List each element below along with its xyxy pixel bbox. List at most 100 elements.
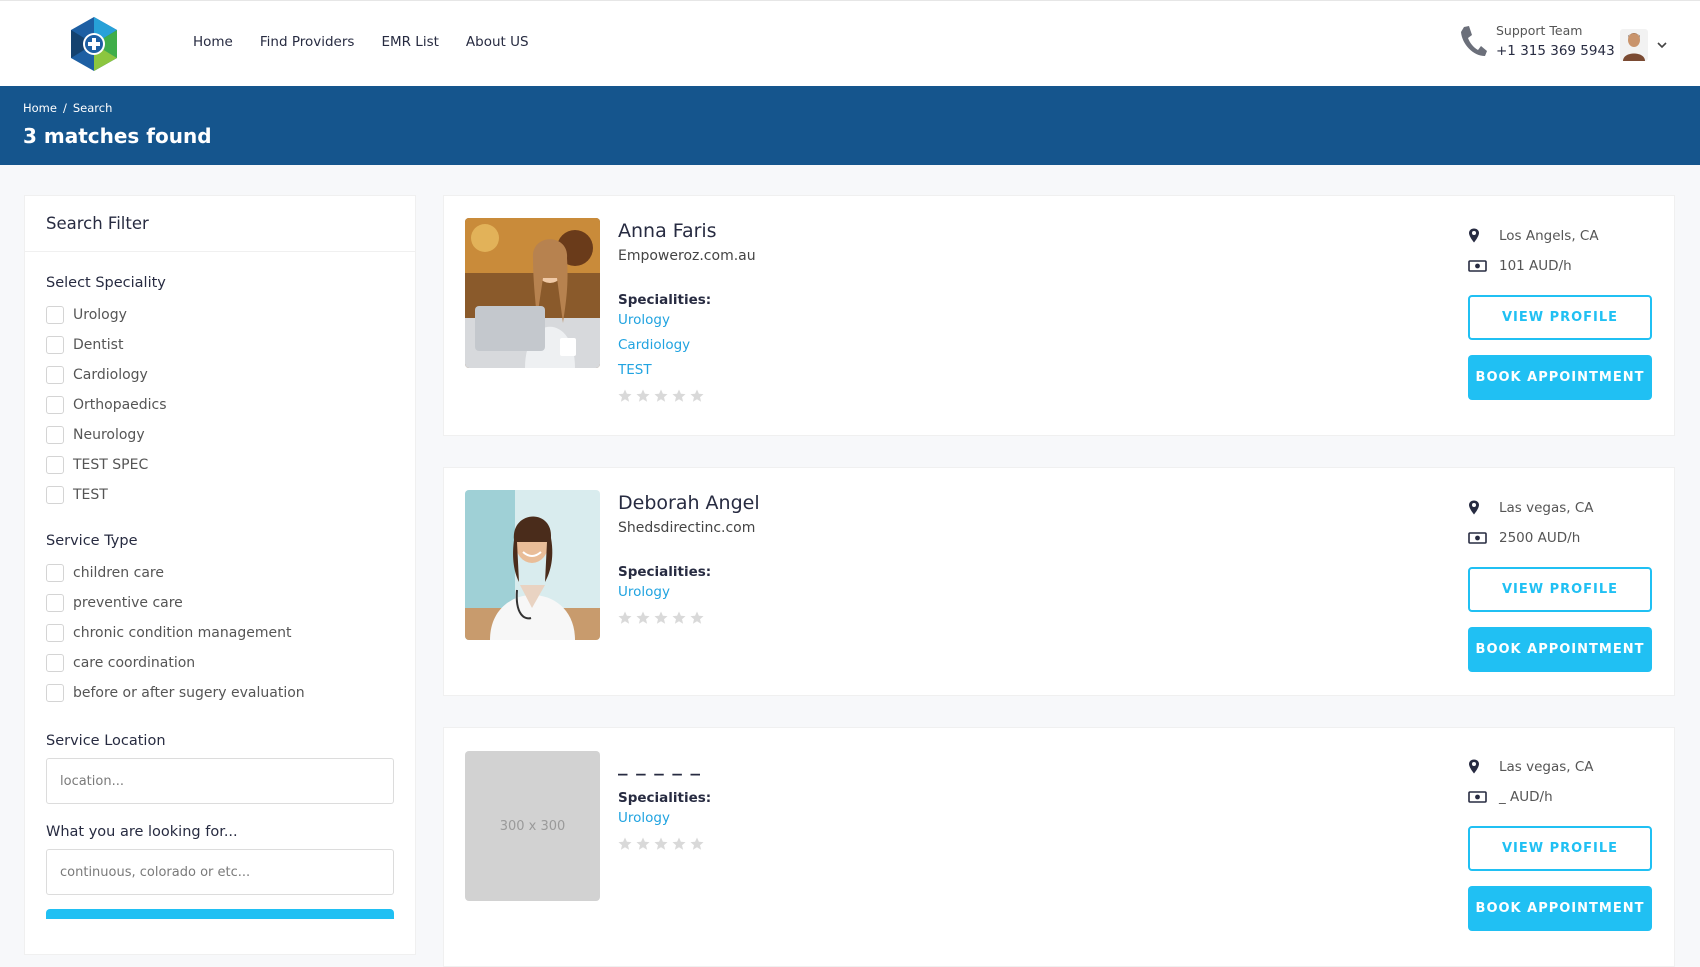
speciality-link[interactable]: Urology <box>618 806 711 831</box>
provider-website: Shedsdirectinc.com <box>618 520 756 536</box>
user-menu[interactable] <box>1620 29 1668 61</box>
checkbox[interactable] <box>46 684 64 702</box>
specialities-label: Specialities: <box>618 564 712 580</box>
service-checkbox-care-coordination[interactable]: care coordination <box>46 648 394 678</box>
checkbox-label: before or after sugery evaluation <box>73 685 305 701</box>
star-icon <box>636 611 650 624</box>
location-title: Service Location <box>46 733 166 749</box>
map-marker-icon <box>1469 759 1479 774</box>
checkbox[interactable] <box>46 624 64 642</box>
star-icon <box>672 389 686 402</box>
checkbox-label: Neurology <box>73 427 145 443</box>
location-row: Las vegas, CA <box>1468 493 1594 523</box>
nav-emr-list[interactable]: EMR List <box>381 34 438 50</box>
chevron-down-icon[interactable] <box>1656 39 1668 51</box>
provider-name[interactable]: Anna Faris <box>618 220 756 242</box>
breadcrumb-separator: / <box>62 101 67 115</box>
main-nav: Home Find Providers EMR List About US <box>193 34 529 50</box>
location-row: Las vegas, CA <box>1468 752 1594 782</box>
service-checkbox-chronic-condition[interactable]: chronic condition management <box>46 618 394 648</box>
speciality-checkbox-orthopaedics[interactable]: Orthopaedics <box>46 390 394 420</box>
looking-for-input[interactable] <box>46 849 394 895</box>
speciality-link[interactable]: Urology <box>618 580 760 605</box>
provider-name[interactable]: _ _ _ _ _ <box>618 754 711 776</box>
checkbox[interactable] <box>46 426 64 444</box>
book-appointment-button[interactable]: BOOK APPOINTMENT <box>1468 355 1652 400</box>
provider-location: Los Angels, CA <box>1499 228 1599 244</box>
checkbox[interactable] <box>46 456 64 474</box>
speciality-section: Select Speciality Urology Dentist Cardio… <box>25 252 415 510</box>
speciality-checkbox-test[interactable]: TEST <box>46 480 394 510</box>
rate-row: _ AUD/h <box>1468 782 1594 812</box>
user-avatar[interactable] <box>1620 29 1648 61</box>
provider-rate: _ AUD/h <box>1499 789 1553 805</box>
provider-rate: 2500 AUD/h <box>1499 530 1581 546</box>
checkbox[interactable] <box>46 564 64 582</box>
speciality-checkbox-neurology[interactable]: Neurology <box>46 420 394 450</box>
provider-photo[interactable] <box>465 490 600 640</box>
checkbox[interactable] <box>46 396 64 414</box>
speciality-link[interactable]: TEST <box>618 358 756 383</box>
view-profile-button[interactable]: VIEW PROFILE <box>1468 567 1652 612</box>
speciality-checkbox-urology[interactable]: Urology <box>46 300 394 330</box>
map-marker-icon <box>1469 500 1479 515</box>
search-filter-panel: Search Filter Select Speciality Urology … <box>24 195 416 955</box>
breadcrumb-current: Search <box>72 101 113 115</box>
checkbox[interactable] <box>46 486 64 504</box>
book-appointment-button[interactable]: BOOK APPOINTMENT <box>1468 627 1652 672</box>
service-checkbox-surgery-evaluation[interactable]: before or after sugery evaluation <box>46 678 394 708</box>
provider-photo[interactable] <box>465 218 600 368</box>
provider-info: _ _ _ _ _ Specialities: Urology <box>618 754 711 851</box>
nav-home[interactable]: Home <box>193 34 233 50</box>
specialities-label: Specialities: <box>618 292 712 308</box>
service-checkbox-children-care[interactable]: children care <box>46 558 394 588</box>
speciality-checkbox-cardiology[interactable]: Cardiology <box>46 360 394 390</box>
support-phone[interactable]: +1 315 369 5943 <box>1496 43 1615 59</box>
specialities-label: Specialities: <box>618 790 712 806</box>
speciality-link[interactable]: Cardiology <box>618 333 756 358</box>
checkbox[interactable] <box>46 654 64 672</box>
star-icon <box>672 611 686 624</box>
checkbox-label: TEST <box>73 487 108 503</box>
service-type-title: Service Type <box>46 533 138 549</box>
nav-about-us[interactable]: About US <box>466 34 529 50</box>
provider-website: Empoweroz.com.au <box>618 248 756 264</box>
view-profile-button[interactable]: VIEW PROFILE <box>1468 295 1652 340</box>
support-label: Support Team <box>1496 23 1583 38</box>
checkbox[interactable] <box>46 306 64 324</box>
checkbox[interactable] <box>46 594 64 612</box>
search-button[interactable] <box>46 909 394 919</box>
provider-card: 300 x 300 _ _ _ _ _ Specialities: Urolog… <box>443 727 1675 967</box>
star-icon <box>654 611 668 624</box>
service-checkbox-preventive-care[interactable]: preventive care <box>46 588 394 618</box>
checkbox[interactable] <box>46 336 64 354</box>
provider-meta: Las vegas, CA 2500 AUD/h <box>1468 493 1594 553</box>
view-profile-button[interactable]: VIEW PROFILE <box>1468 826 1652 871</box>
location-input[interactable] <box>46 758 394 804</box>
provider-card: Anna Faris Empoweroz.com.au Specialities… <box>443 195 1675 436</box>
checkbox-label: preventive care <box>73 595 183 611</box>
checkbox[interactable] <box>46 366 64 384</box>
star-icon <box>618 389 632 402</box>
speciality-checkbox-test-spec[interactable]: TEST SPEC <box>46 450 394 480</box>
speciality-link[interactable]: Urology <box>618 308 756 333</box>
checkbox-label: TEST SPEC <box>73 457 149 473</box>
support-contact: Support Team +1 315 369 5943 <box>1458 23 1615 59</box>
checkbox-label: Orthopaedics <box>73 397 167 413</box>
rating-stars <box>618 837 711 851</box>
speciality-checkbox-dentist[interactable]: Dentist <box>46 330 394 360</box>
star-icon <box>654 837 668 850</box>
star-icon <box>690 611 704 624</box>
checkbox-label: chronic condition management <box>73 625 292 641</box>
site-logo[interactable] <box>68 15 120 73</box>
page-title: 3 matches found <box>23 124 212 148</box>
checkbox-label: children care <box>73 565 164 581</box>
nav-find-providers[interactable]: Find Providers <box>260 34 355 50</box>
provider-photo-placeholder[interactable]: 300 x 300 <box>465 751 600 901</box>
provider-name[interactable]: Deborah Angel <box>618 492 760 514</box>
breadcrumb-home[interactable]: Home <box>23 101 57 115</box>
speciality-title: Select Speciality <box>46 275 166 291</box>
map-marker-icon <box>1469 228 1479 243</box>
rate-row: 101 AUD/h <box>1468 251 1599 281</box>
book-appointment-button[interactable]: BOOK APPOINTMENT <box>1468 886 1652 931</box>
